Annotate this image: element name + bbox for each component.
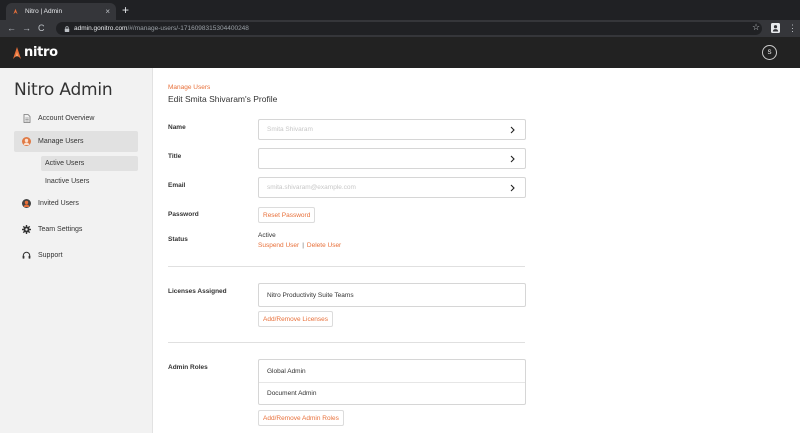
status-actions: Suspend User | Delete User bbox=[258, 242, 341, 249]
suspend-user-link[interactable]: Suspend User bbox=[258, 242, 299, 249]
back-button[interactable]: ← bbox=[7, 22, 16, 35]
licenses-label: Licenses Assigned bbox=[168, 288, 227, 295]
forward-button[interactable]: → bbox=[22, 22, 31, 35]
extension-icon[interactable] bbox=[771, 23, 780, 33]
main-content: Manage Users Edit Smita Shivaram's Profi… bbox=[153, 68, 800, 433]
app-header: nitro S bbox=[0, 37, 800, 68]
breadcrumb[interactable]: Manage Users bbox=[168, 84, 210, 91]
nitro-favicon-icon bbox=[13, 8, 18, 15]
bookmark-star-icon[interactable]: ☆ bbox=[752, 21, 760, 34]
name-label: Name bbox=[168, 124, 186, 131]
license-item: Nitro Productivity Suite Teams bbox=[267, 291, 354, 299]
user-avatar-button[interactable]: S bbox=[762, 45, 777, 60]
address-bar[interactable]: admin.gonitro.com/#/manage-users/-171609… bbox=[56, 22, 762, 35]
title-label: Title bbox=[168, 153, 182, 160]
email-field-placeholder: smita.shivaram@example.com bbox=[267, 184, 356, 191]
sidebar-item-support[interactable]: Support bbox=[14, 245, 138, 266]
chevron-right-icon bbox=[510, 184, 515, 192]
lock-icon bbox=[64, 25, 70, 32]
sidebar-item-label: Account Overview bbox=[38, 115, 95, 122]
user-avatar-icon bbox=[22, 137, 31, 146]
browser-tab[interactable]: Nitro | Admin × bbox=[6, 3, 116, 20]
browser-menu-icon[interactable]: ⋮ bbox=[788, 22, 797, 35]
sidebar-subitem-inactive-users[interactable]: Inactive Users bbox=[41, 174, 138, 189]
sidebar-item-label: Support bbox=[38, 252, 63, 259]
url-host: admin.gonitro.com bbox=[74, 25, 128, 32]
email-field[interactable]: smita.shivaram@example.com bbox=[258, 177, 526, 198]
sidebar-item-account-overview[interactable]: Account Overview bbox=[14, 108, 138, 129]
sidebar-title: Nitro Admin bbox=[14, 80, 113, 100]
page-title: Edit Smita Shivaram's Profile bbox=[168, 94, 278, 104]
browser-toolbar: ← → C admin.gonitro.com/#/manage-users/-… bbox=[0, 20, 800, 37]
chevron-right-icon bbox=[510, 155, 515, 163]
link-separator: | bbox=[302, 242, 304, 249]
sidebar-subitem-active-users[interactable]: Active Users bbox=[41, 156, 138, 171]
name-field[interactable]: Smita Shivaram bbox=[258, 119, 526, 140]
add-remove-licenses-button[interactable]: Add/Remove Licenses bbox=[258, 311, 334, 327]
admin-roles-label: Admin Roles bbox=[168, 364, 208, 371]
email-label: Email bbox=[168, 182, 186, 189]
sidebar-subitem-label: Inactive Users bbox=[45, 178, 90, 185]
headset-icon bbox=[22, 251, 31, 260]
nitro-logo-mark-icon bbox=[13, 46, 21, 59]
browser-tab-bar: Nitro | Admin × + bbox=[0, 0, 800, 20]
gear-icon bbox=[22, 225, 31, 234]
admin-role-item: Document Admin bbox=[259, 382, 525, 404]
chevron-right-icon bbox=[510, 126, 515, 134]
tab-close-icon[interactable]: × bbox=[105, 7, 110, 16]
status-value: Active bbox=[258, 232, 276, 239]
sidebar-item-label: Team Settings bbox=[38, 226, 83, 233]
logo-text: nitro bbox=[24, 45, 58, 60]
sidebar-item-label: Manage Users bbox=[38, 138, 84, 145]
sidebar-item-team-settings[interactable]: Team Settings bbox=[14, 219, 138, 240]
name-field-placeholder: Smita Shivaram bbox=[267, 126, 313, 133]
delete-user-link[interactable]: Delete User bbox=[307, 242, 341, 249]
sidebar: Nitro Admin Account Overview Manage User… bbox=[0, 68, 153, 433]
password-label: Password bbox=[168, 211, 199, 218]
sidebar-item-manage-users[interactable]: Manage Users bbox=[14, 131, 138, 152]
document-icon bbox=[22, 114, 31, 123]
licenses-list: Nitro Productivity Suite Teams bbox=[258, 283, 526, 307]
tab-title: Nitro | Admin bbox=[25, 8, 63, 15]
section-divider bbox=[168, 266, 525, 267]
new-tab-button[interactable]: + bbox=[122, 3, 129, 17]
reload-button[interactable]: C bbox=[38, 22, 45, 35]
add-remove-admin-roles-button[interactable]: Add/Remove Admin Roles bbox=[258, 410, 344, 426]
invited-user-icon bbox=[22, 199, 31, 208]
sidebar-item-label: Invited Users bbox=[38, 200, 79, 207]
title-field[interactable] bbox=[258, 148, 526, 169]
reset-password-button[interactable]: Reset Password bbox=[258, 207, 316, 223]
sidebar-item-invited-users[interactable]: Invited Users bbox=[14, 193, 138, 214]
status-label: Status bbox=[168, 236, 188, 243]
sidebar-subitem-label: Active Users bbox=[45, 160, 85, 167]
admin-roles-list: Global Admin Document Admin bbox=[258, 359, 526, 405]
nitro-logo[interactable]: nitro bbox=[12, 45, 58, 60]
url-path: /#/manage-users/-1716098315304400248 bbox=[127, 25, 249, 32]
admin-role-item: Global Admin bbox=[267, 367, 306, 375]
section-divider bbox=[168, 342, 525, 343]
